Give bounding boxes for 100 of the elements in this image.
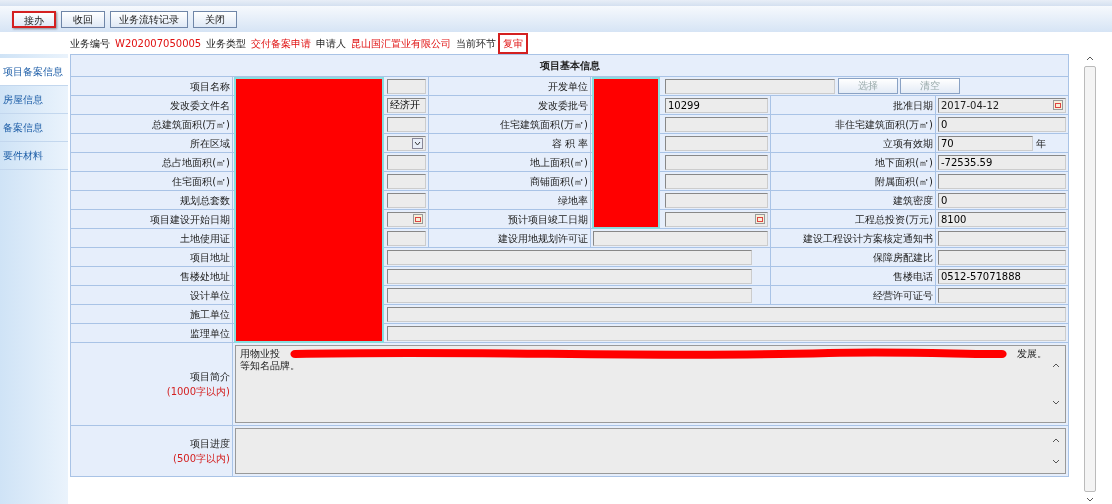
sidebar-item[interactable]: 项目备案信息 bbox=[0, 58, 68, 86]
input-field[interactable]: 70 bbox=[938, 135, 1033, 151]
sidebar-item[interactable]: 要件材料 bbox=[0, 142, 68, 170]
input-field[interactable] bbox=[387, 325, 1067, 341]
field-value: W202007050005 bbox=[115, 36, 202, 51]
form-title: 项目基本信息 bbox=[70, 54, 1069, 77]
input-field[interactable] bbox=[387, 78, 426, 94]
sidebar-item[interactable]: 备案信息 bbox=[0, 114, 68, 142]
length-note: (1000字以内) bbox=[165, 385, 230, 399]
text-fragment: 发展。 bbox=[1017, 348, 1048, 360]
field-label: 土地使用证 bbox=[70, 228, 233, 248]
scroll-down-icon[interactable] bbox=[1085, 496, 1095, 504]
input-field[interactable] bbox=[387, 173, 426, 189]
unit-label: 年 bbox=[1035, 136, 1046, 151]
date-field[interactable]: 2017-04-12 bbox=[938, 97, 1067, 113]
input-field[interactable]: 经济开 bbox=[387, 97, 426, 113]
date-field[interactable] bbox=[665, 211, 768, 227]
scroll-up-icon[interactable] bbox=[1051, 361, 1062, 369]
field-label: 项目简介 bbox=[189, 370, 230, 384]
input-field[interactable] bbox=[387, 230, 426, 246]
text-area[interactable]: 用物业投 发展。 等知名品牌。 bbox=[235, 345, 1067, 423]
field-label: 规划总套数 bbox=[70, 190, 233, 210]
input-field[interactable]: 8100 bbox=[938, 211, 1067, 227]
field-label: 经营许可证号 bbox=[770, 285, 936, 305]
field-label: 住宅建筑面积(万㎡) bbox=[428, 114, 591, 134]
input-field[interactable] bbox=[387, 249, 752, 265]
scroll-up-icon[interactable] bbox=[1085, 54, 1095, 62]
field-label: 地下面积(㎡) bbox=[770, 152, 936, 172]
calendar-icon[interactable] bbox=[413, 214, 423, 224]
input-field[interactable] bbox=[665, 154, 768, 170]
scroll-down-icon[interactable] bbox=[1051, 399, 1062, 407]
field-label: 所在区域 bbox=[70, 133, 233, 153]
text-fragment: 用物业投 bbox=[240, 348, 280, 360]
calendar-icon[interactable] bbox=[1053, 100, 1064, 110]
field-label: 非住宅建筑面积(万㎡) bbox=[770, 114, 936, 134]
scrollbar[interactable] bbox=[1084, 54, 1096, 504]
input-field[interactable] bbox=[387, 306, 1067, 322]
date-field[interactable] bbox=[387, 211, 426, 227]
field-label: 业务类型 bbox=[206, 36, 247, 51]
toolbar-button[interactable]: 关闭 bbox=[193, 11, 237, 28]
calendar-icon[interactable] bbox=[755, 214, 765, 224]
toolbar-button[interactable]: 接办 bbox=[12, 11, 56, 28]
field-label: 总占地面积(㎡) bbox=[70, 152, 233, 172]
field-label: 当前环节 bbox=[456, 36, 497, 51]
field-label: 工程总投资(万元) bbox=[770, 209, 936, 229]
input-field[interactable] bbox=[938, 230, 1067, 246]
scroll-up-icon[interactable] bbox=[1051, 436, 1062, 444]
field-label: 监理单位 bbox=[70, 323, 233, 343]
field-label: 售楼处地址 bbox=[70, 266, 233, 286]
field-label: 地上面积(㎡) bbox=[428, 152, 591, 172]
field-label: 预计项目竣工日期 bbox=[428, 209, 591, 229]
field-label: 容 积 率 bbox=[428, 133, 591, 153]
field-label: 建设用地规划许可证 bbox=[428, 228, 591, 248]
field-label: 立项有效期 bbox=[770, 133, 936, 153]
scroll-down-icon[interactable] bbox=[1051, 458, 1062, 466]
field-label: 建设工程设计方案核定通知书 bbox=[770, 228, 936, 248]
field-label: 总建筑面积(万㎡) bbox=[70, 114, 233, 134]
input-field[interactable] bbox=[665, 173, 768, 189]
field-label: 附属面积(㎡) bbox=[770, 171, 936, 191]
field-label: 商铺面积(㎡) bbox=[428, 171, 591, 191]
field-label: 设计单位 bbox=[70, 285, 233, 305]
input-field[interactable] bbox=[938, 173, 1067, 189]
input-field[interactable] bbox=[387, 192, 426, 208]
toolbar-button[interactable]: 业务流转记录 bbox=[110, 11, 188, 28]
field-label: 住宅面积(㎡) bbox=[70, 171, 233, 191]
field-label: 项目建设开始日期 bbox=[70, 209, 233, 229]
field-label: 建筑密度 bbox=[770, 190, 936, 210]
field-label: 申请人 bbox=[316, 36, 347, 51]
field-label: 施工单位 bbox=[70, 304, 233, 324]
input-field[interactable] bbox=[387, 116, 426, 132]
input-field[interactable]: 10299 bbox=[665, 97, 768, 113]
input-field[interactable] bbox=[665, 135, 768, 151]
field-label: 保障房配建比 bbox=[770, 247, 936, 267]
field-value: 复审 bbox=[501, 35, 526, 51]
input-field[interactable]: 0 bbox=[938, 116, 1067, 132]
dropdown-field[interactable] bbox=[387, 135, 426, 151]
field-label: 发改委文件名 bbox=[70, 95, 233, 115]
input-field[interactable] bbox=[665, 78, 835, 94]
input-field[interactable] bbox=[593, 230, 768, 246]
input-field[interactable] bbox=[938, 249, 1067, 265]
input-field[interactable] bbox=[665, 116, 768, 132]
field-value: 交付备案申请 bbox=[251, 36, 312, 51]
sidebar-item[interactable]: 房屋信息 bbox=[0, 86, 68, 114]
field-label: 绿地率 bbox=[428, 190, 591, 210]
field-label: 发改委批号 bbox=[428, 95, 591, 115]
input-field[interactable] bbox=[387, 268, 752, 284]
input-field[interactable] bbox=[387, 287, 752, 303]
field-label: 业务编号 bbox=[70, 36, 110, 51]
dropdown-caret-icon[interactable] bbox=[412, 137, 423, 149]
input-field[interactable]: 0 bbox=[938, 192, 1067, 208]
length-note: (500字以内) bbox=[172, 452, 230, 466]
toolbar-button[interactable]: 收回 bbox=[61, 11, 105, 28]
field-label: 批准日期 bbox=[770, 95, 936, 115]
input-field[interactable]: 0512-57071888 bbox=[938, 268, 1067, 284]
input-field[interactable] bbox=[938, 287, 1067, 303]
field-label: 开发单位 bbox=[428, 76, 591, 96]
text-fragment: 等知名品牌。 bbox=[240, 360, 300, 372]
input-field[interactable] bbox=[665, 192, 768, 208]
input-field[interactable]: -72535.59 bbox=[938, 154, 1067, 170]
input-field[interactable] bbox=[387, 154, 426, 170]
